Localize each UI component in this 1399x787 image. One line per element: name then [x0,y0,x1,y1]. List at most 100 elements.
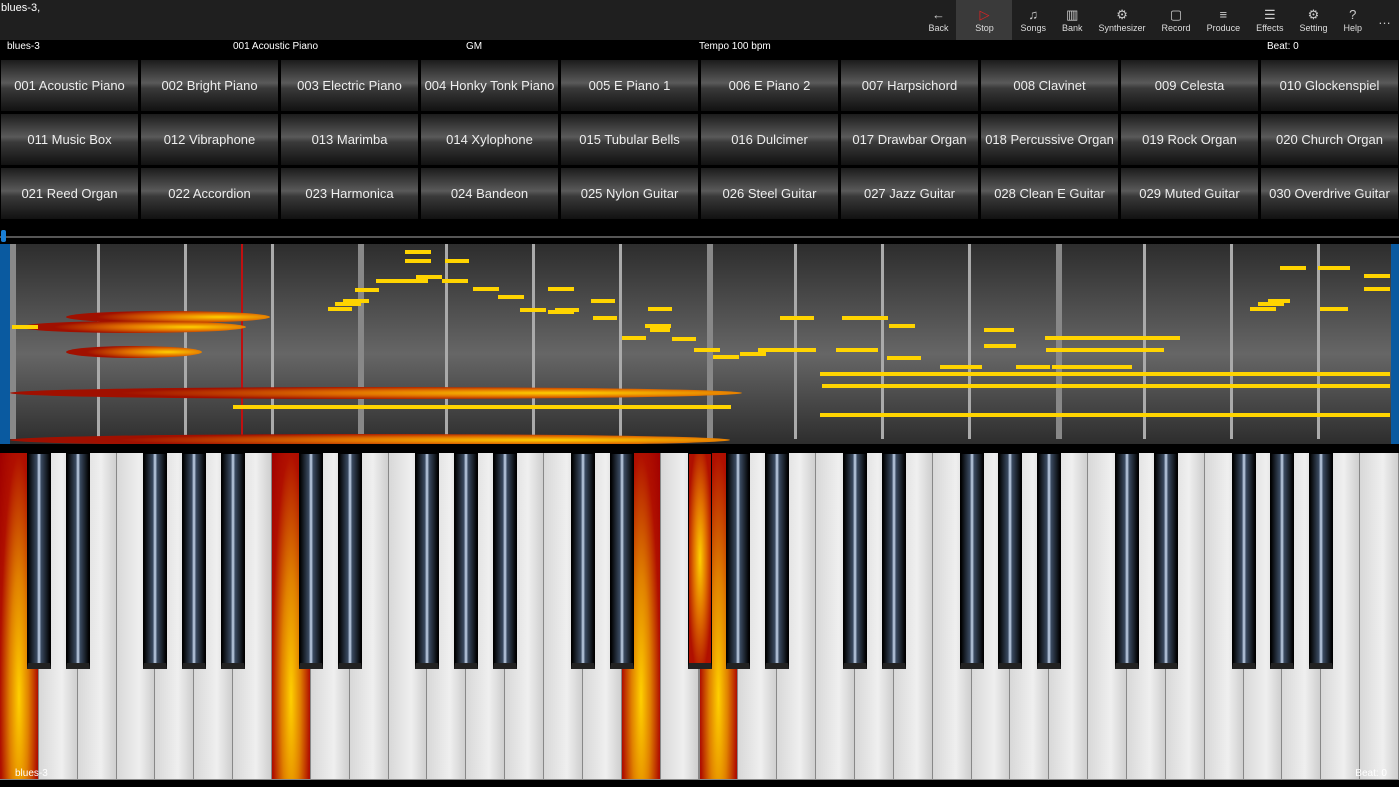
instrument-button[interactable]: 019 Rock Organ [1121,114,1258,165]
instrument-button[interactable]: 012 Vibraphone [141,114,278,165]
effects-button[interactable]: ☰Effects [1248,0,1291,40]
instrument-button[interactable]: 023 Harmonica [281,168,418,219]
black-key[interactable] [66,453,90,669]
instrument-button[interactable]: 009 Celesta [1121,60,1258,111]
record-label: Record [1162,23,1191,33]
instrument-button[interactable]: 003 Electric Piano [281,60,418,111]
note-bar [622,336,646,340]
note-bar [694,348,720,352]
black-key[interactable] [1270,453,1294,669]
instrument-button[interactable]: 006 E Piano 2 [701,60,838,111]
note-bar [1016,365,1050,369]
beat-line [10,244,16,439]
note-bar [405,259,431,263]
instrument-button[interactable]: 007 Harpsichord [841,60,978,111]
help-label: Help [1343,23,1362,33]
black-key[interactable] [610,453,634,669]
instrument-button[interactable]: 025 Nylon Guitar [561,168,698,219]
instrument-button[interactable]: 011 Music Box [1,114,138,165]
active-note [66,346,202,358]
back-label: Back [928,23,948,33]
black-key[interactable] [960,453,984,669]
black-key[interactable] [843,453,867,669]
note-bar [740,352,766,356]
black-key[interactable] [182,453,206,669]
window-title: blues-3, [1,2,40,14]
note-bar [822,384,1390,388]
instrument-button[interactable]: 008 Clavinet [981,60,1118,111]
instrument-button[interactable]: 020 Church Organ [1261,114,1398,165]
black-key[interactable] [726,453,750,669]
black-key[interactable] [1309,453,1333,669]
back-button[interactable]: ←Back [920,0,956,40]
instrument-button[interactable]: 028 Clean E Guitar [981,168,1118,219]
instrument-button[interactable]: 014 Xylophone [421,114,558,165]
black-key[interactable] [998,453,1022,669]
produce-button[interactable]: ≡Produce [1199,0,1249,40]
note-bar [405,250,431,254]
instrument-button[interactable]: 017 Drawbar Organ [841,114,978,165]
black-key[interactable] [571,453,595,669]
bank-button[interactable]: ▥Bank [1054,0,1091,40]
stop-button[interactable]: ▷Stop [956,0,1012,40]
black-key[interactable] [1037,453,1061,669]
instrument-button[interactable]: 026 Steel Guitar [701,168,838,219]
black-key[interactable] [143,453,167,669]
instrument-button[interactable]: 015 Tubular Bells [561,114,698,165]
timeline-scroll-thumb[interactable] [1,230,6,242]
instrument-button[interactable]: 021 Reed Organ [1,168,138,219]
black-key[interactable] [765,453,789,669]
instrument-button[interactable]: 027 Jazz Guitar [841,168,978,219]
note-bar [984,328,1014,332]
effects-icon: ☰ [1264,7,1276,23]
help-icon: ? [1349,7,1356,23]
black-key[interactable] [338,453,362,669]
black-key[interactable] [221,453,245,669]
instrument-button[interactable]: 029 Muted Guitar [1121,168,1258,219]
black-key[interactable] [882,453,906,669]
help-button[interactable]: ?Help [1335,0,1370,40]
instrument-button[interactable]: 010 Glockenspiel [1261,60,1398,111]
instrument-button[interactable]: 030 Overdrive Guitar [1261,168,1398,219]
black-key[interactable] [688,453,712,669]
black-key[interactable] [27,453,51,669]
playhead [241,244,243,439]
songs-button[interactable]: ♫Songs [1012,0,1054,40]
synthesizer-button[interactable]: ⚙Synthesizer [1091,0,1154,40]
piano-keyboard[interactable] [0,453,1399,780]
black-key[interactable] [493,453,517,669]
record-button[interactable]: ▢Record [1154,0,1199,40]
instrument-button[interactable]: 018 Percussive Organ [981,114,1118,165]
black-key[interactable] [1232,453,1256,669]
note-bar [672,337,696,341]
note-bar [416,275,442,279]
black-key[interactable] [415,453,439,669]
timeline-scrollbar[interactable] [0,236,1399,238]
instrument-button[interactable]: 013 Marimba [281,114,418,165]
note-bar [343,299,369,303]
bank-label: Bank [1062,23,1083,33]
instrument-button[interactable]: 001 Acoustic Piano [1,60,138,111]
setting-label: Setting [1299,23,1327,33]
songs-icon: ♫ [1028,7,1038,23]
more-button[interactable]: … [1370,0,1399,40]
note-bar [473,287,499,291]
instrument-button[interactable]: 004 Honky Tonk Piano [421,60,558,111]
note-bar [1280,266,1306,270]
instrument-button[interactable]: 005 E Piano 1 [561,60,698,111]
instrument-button[interactable]: 016 Dulcimer [701,114,838,165]
black-key[interactable] [299,453,323,669]
active-note [66,311,270,323]
black-key[interactable] [454,453,478,669]
instrument-button[interactable]: 024 Bandeon [421,168,558,219]
note-bar [842,316,888,320]
black-key[interactable] [1115,453,1139,669]
white-key[interactable] [1360,453,1399,779]
piano-roll[interactable] [0,244,1399,444]
note-bar [12,325,38,329]
instrument-button[interactable]: 002 Bright Piano [141,60,278,111]
setting-button[interactable]: ⚙Setting [1291,0,1335,40]
note-bar [820,413,1390,417]
instrument-button[interactable]: 022 Accordion [141,168,278,219]
black-key[interactable] [1154,453,1178,669]
